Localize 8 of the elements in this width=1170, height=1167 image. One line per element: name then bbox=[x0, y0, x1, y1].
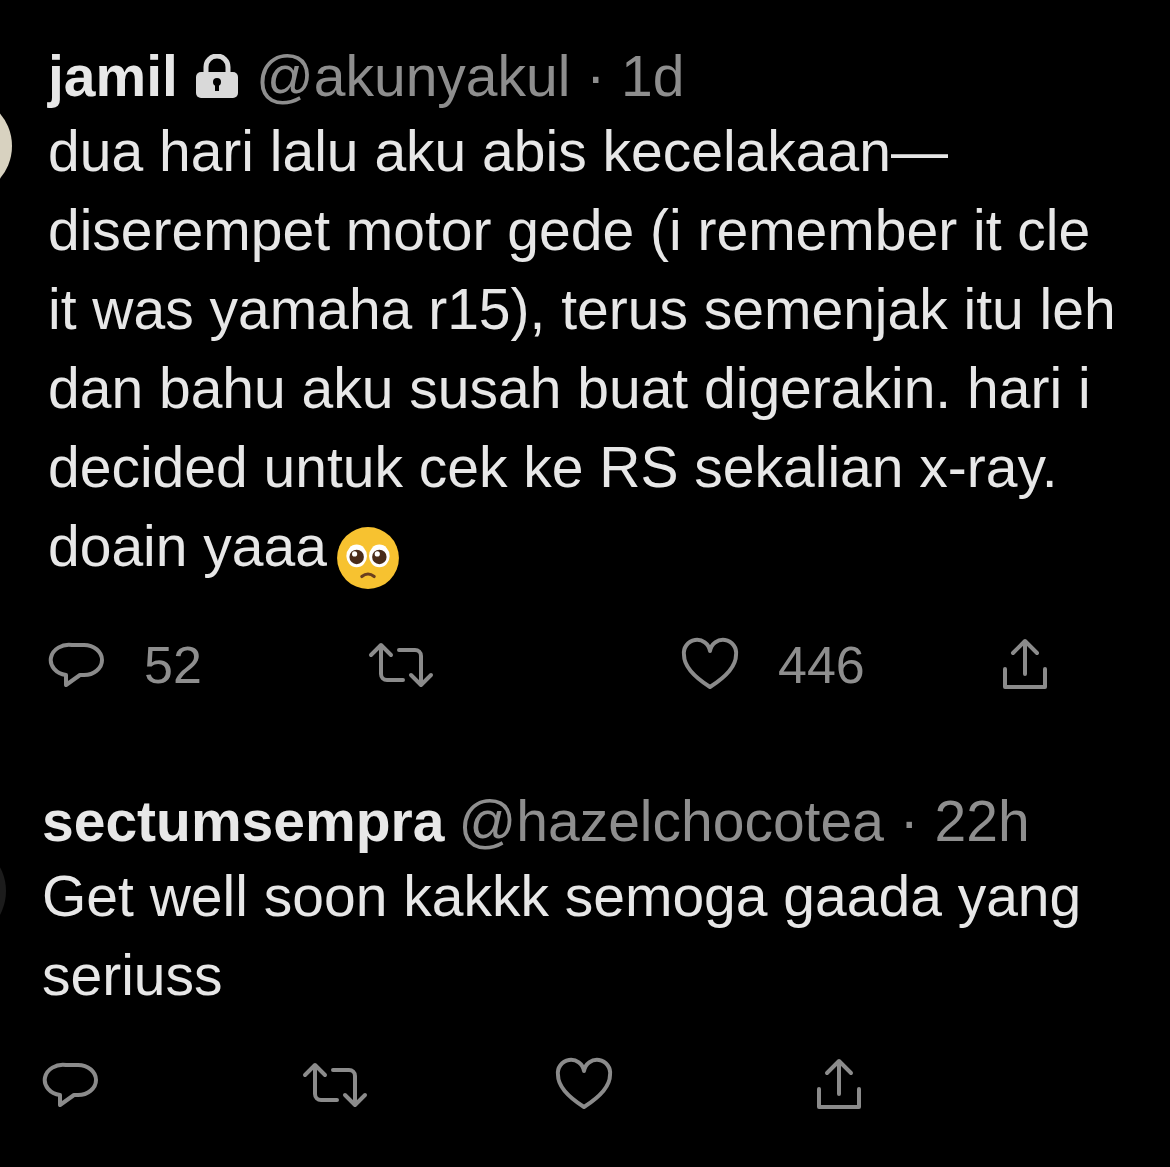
tweet-text: dua hari lalu aku abis kecelakaan— diserempet motor gede (i remember it cle it was yamaha r15), terus semenjak itu leh dan bahu aku susah buat digerakin. hari i decided untuk cek ke RS sekalian x-ray. doain yaaa bbox=[48, 119, 1116, 578]
handle-and-time: @akunyakul · 1d bbox=[255, 43, 685, 109]
reply-count: 52 bbox=[144, 634, 202, 695]
tweet-text: Get well soon kakkk semoga gaada yang seriuss bbox=[42, 863, 1082, 1007]
like-count: 446 bbox=[778, 634, 865, 695]
handle-and-time: @hazelchocotea · 22h bbox=[458, 787, 1030, 854]
display-name[interactable]: sectumsempra bbox=[42, 787, 445, 854]
display-name[interactable]: jamil bbox=[48, 43, 178, 109]
